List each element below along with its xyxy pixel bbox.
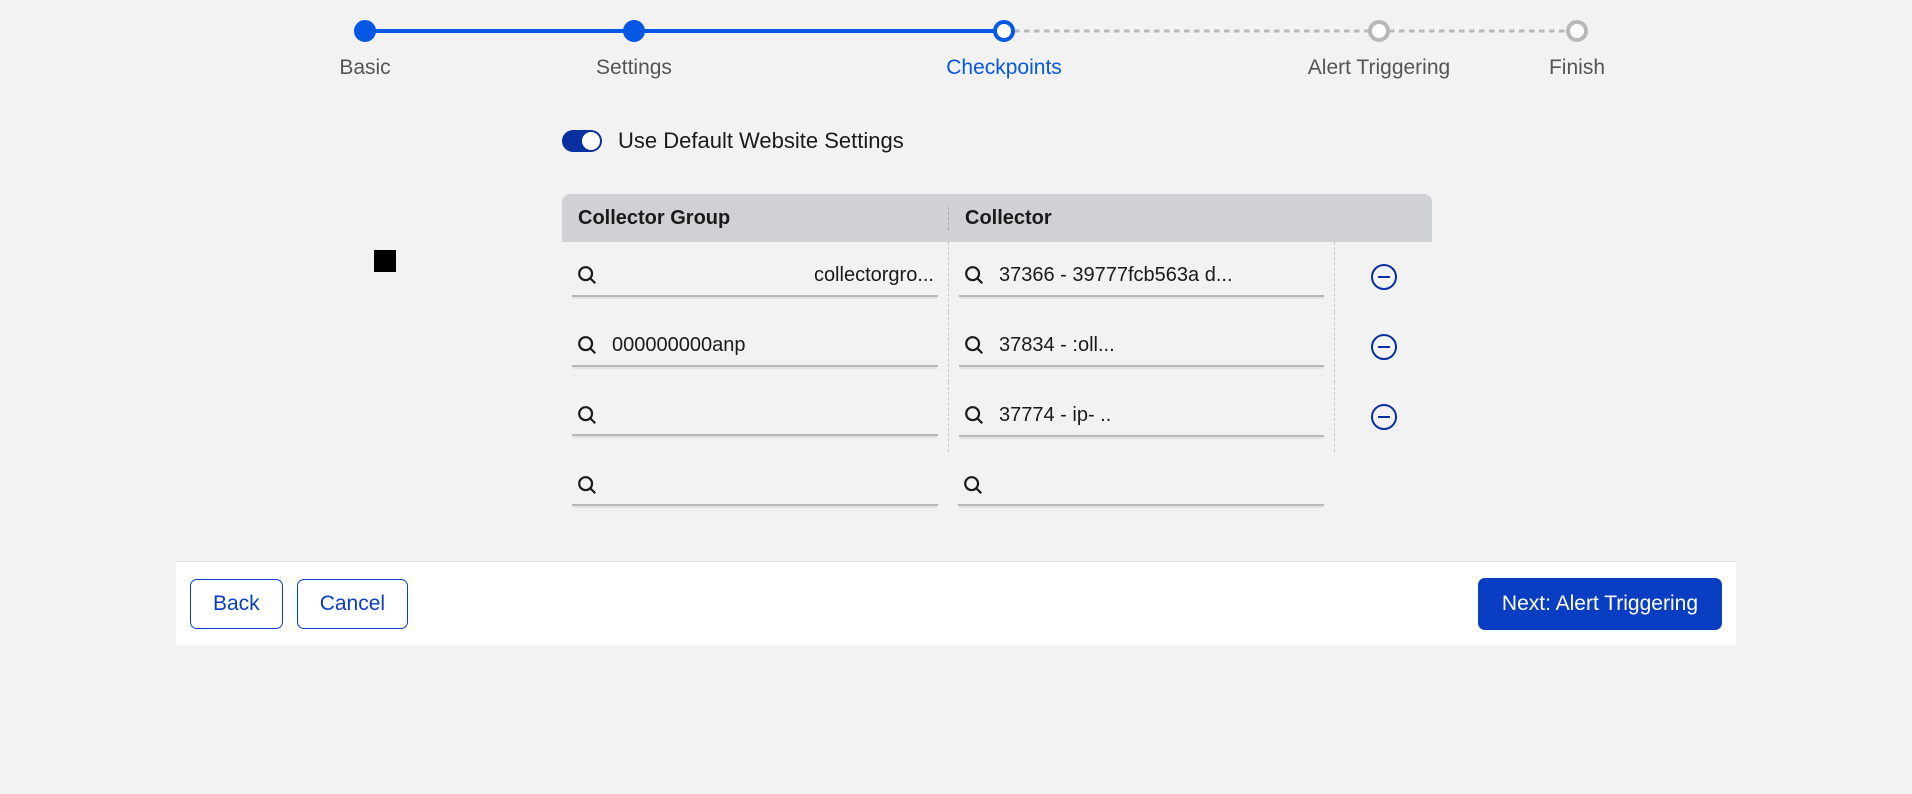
table-row: 37774 - ip- .. [562,382,1432,452]
remove-row-button[interactable] [1371,334,1397,360]
footer: Back Cancel Next: Alert Triggering [176,561,1736,645]
collector-input[interactable]: 37366 - 39777fcb563a d... [959,258,1324,297]
table-row: 000000000anp 37834 - :oll... [562,312,1432,382]
collector-input[interactable]: 37834 - :oll... [959,328,1324,367]
search-icon [576,474,598,496]
collector-group-value: collectorgro... [814,264,934,287]
cancel-button[interactable]: Cancel [297,579,408,629]
search-icon [576,404,598,426]
stepper: Basic Settings Checkpoints Alert Trigger… [176,0,1736,86]
stepper-segment [1379,30,1577,33]
collector-input[interactable] [958,468,1324,506]
collector-table: Collector Group Collector collectorgro..… [562,194,1432,522]
step-alert-triggering[interactable] [1368,20,1390,42]
collector-group-input[interactable] [572,468,938,506]
next-button[interactable]: Next: Alert Triggering [1478,578,1722,630]
stepper-segment [365,29,634,33]
use-default-toggle-label: Use Default Website Settings [618,128,904,154]
collector-group-input[interactable] [572,398,938,436]
table-row: collectorgro... 37366 - 39777fcb563a d..… [562,242,1432,312]
step-label-basic: Basic [339,56,390,80]
collector-value: 37774 - ip- .. [999,404,1111,427]
indicator-square [374,250,396,272]
toggle-knob [582,132,600,150]
collector-value: 37834 - :oll... [999,334,1115,357]
search-icon [576,264,598,286]
minus-icon [1378,276,1390,279]
collector-value: 37366 - 39777fcb563a d... [999,264,1233,287]
minus-icon [1378,416,1390,419]
step-label-settings: Settings [596,56,672,80]
collector-group-value: 000000000anp [612,334,745,357]
step-label-alert-triggering: Alert Triggering [1308,56,1450,80]
step-label-finish: Finish [1549,56,1605,80]
table-row [562,452,1432,522]
step-finish[interactable] [1566,20,1588,42]
remove-row-button[interactable] [1371,264,1397,290]
collector-group-input[interactable]: 000000000anp [572,328,938,367]
search-icon [962,474,984,496]
minus-icon [1378,346,1390,349]
search-icon [963,404,985,426]
remove-row-button[interactable] [1371,404,1397,430]
search-icon [576,334,598,356]
th-collector: Collector [948,207,1334,230]
search-icon [963,264,985,286]
stepper-segment [1004,30,1379,33]
step-settings[interactable] [623,20,645,42]
step-checkpoints[interactable] [993,20,1015,42]
back-button[interactable]: Back [190,579,283,629]
step-basic[interactable] [354,20,376,42]
collector-group-input[interactable]: collectorgro... [572,258,938,297]
table-header: Collector Group Collector [562,194,1432,242]
collector-input[interactable]: 37774 - ip- .. [959,398,1324,437]
step-label-checkpoints: Checkpoints [946,56,1062,80]
search-icon [963,334,985,356]
th-collector-group: Collector Group [562,207,948,230]
stepper-segment [634,29,1004,33]
use-default-toggle[interactable] [562,130,602,152]
